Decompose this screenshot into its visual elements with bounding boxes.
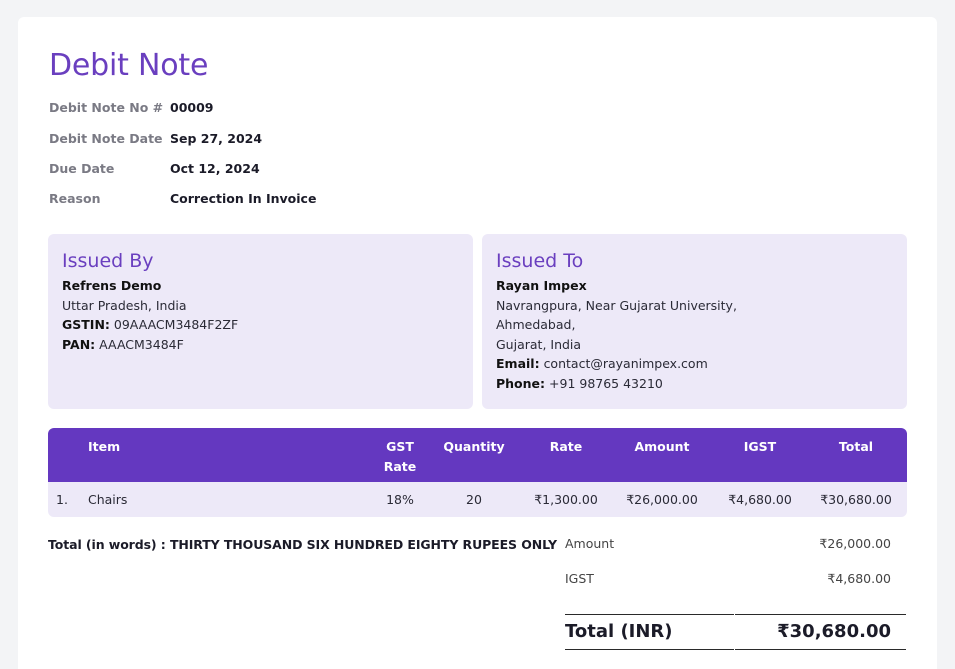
col-amount: Amount — [634, 439, 690, 454]
col-gst-rate-line1: GST — [386, 439, 414, 454]
debit-note-date-value: Sep 27, 2024 — [170, 131, 263, 146]
debit-note-no-label: Debit Note No # — [49, 100, 164, 115]
total-in-words: Total (in words) : THIRTY THOUSAND SIX H… — [48, 537, 557, 552]
table-row: 1. Chairs 18% 20 ₹1,300.00 ₹26,000.00 ₹4… — [48, 482, 907, 517]
issued-by-name: Refrens Demo — [62, 278, 162, 293]
items-table: Item GST Rate Quantity Rate Amount IGST … — [48, 428, 907, 517]
col-igst: IGST — [743, 439, 777, 454]
row-rate: ₹1,300.00 — [534, 492, 598, 507]
summary-total-underline-left — [565, 649, 734, 650]
issued-to-address-line2: Ahmedabad, — [496, 317, 576, 333]
phone-label: Phone: — [496, 375, 546, 391]
pan-value: AAACM3484F — [99, 336, 184, 352]
issued-to-phone: Phone: +91 98765 43210 — [496, 374, 893, 394]
issued-to-address-line3: Gujarat, India — [496, 336, 582, 352]
table-header: Item GST Rate Quantity Rate Amount IGST … — [48, 428, 907, 482]
issued-to-name: Rayan Impex — [496, 278, 587, 293]
reason-label: Reason — [49, 191, 101, 206]
gstin-label: GSTIN: — [62, 317, 110, 333]
phone-value: +91 98765 43210 — [549, 375, 663, 391]
row-index: 1. — [56, 492, 68, 507]
debit-note-card: Debit Note Debit Note No # 00009 Debit N… — [18, 17, 937, 669]
issued-by-heading: Issued By — [62, 250, 154, 272]
issued-to-email: Email: contact@rayanimpex.com — [496, 354, 893, 374]
issued-by-address: Uttar Pradesh, India — [62, 297, 187, 313]
row-total: ₹30,680.00 — [820, 492, 892, 507]
page-title: Debit Note — [49, 48, 209, 83]
summary-total-label: Total (INR) — [565, 621, 673, 642]
issued-to-heading: Issued To — [496, 250, 584, 272]
summary-igst-label: IGST — [565, 571, 594, 586]
due-date-label: Due Date — [49, 161, 115, 176]
reason-value: Correction In Invoice — [170, 191, 317, 206]
debit-note-date-label: Debit Note Date — [49, 131, 163, 146]
col-total: Total — [838, 439, 874, 454]
summary-divider-left — [565, 614, 734, 615]
email-label: Email: — [496, 356, 540, 372]
summary-igst-value: ₹4,680.00 — [827, 571, 891, 586]
summary-amount-value: ₹26,000.00 — [819, 536, 891, 551]
issued-by-gstin: GSTIN: 09AAACM3484F2ZF — [62, 315, 459, 335]
col-gst-rate-line2: Rate — [383, 459, 417, 474]
issued-to-address-line1: Navrangpura, Near Gujarat University, — [496, 297, 737, 313]
pan-label: PAN: — [62, 336, 96, 352]
issued-by-panel: Issued By Refrens Demo Uttar Pradesh, In… — [48, 234, 473, 409]
email-value: contact@rayanimpex.com — [543, 356, 708, 372]
summary-total-value: ₹30,680.00 — [777, 621, 891, 642]
issued-by-pan: PAN: AAACM3484F — [62, 335, 459, 355]
row-gst-rate: 18% — [386, 492, 414, 507]
col-item: Item — [88, 439, 121, 454]
row-quantity: 20 — [466, 492, 482, 507]
gstin-value: 09AAACM3484F2ZF — [113, 317, 239, 333]
row-item: Chairs — [88, 492, 128, 507]
summary-total-underline-right — [735, 649, 906, 650]
col-rate: Rate — [549, 439, 583, 454]
col-quantity: Quantity — [443, 439, 505, 454]
row-igst: ₹4,680.00 — [728, 492, 792, 507]
due-date-value: Oct 12, 2024 — [170, 161, 260, 176]
summary-amount-label: Amount — [565, 536, 615, 551]
row-amount: ₹26,000.00 — [626, 492, 698, 507]
col-gst-rate: GST Rate — [380, 437, 420, 477]
debit-note-no-value: 00009 — [170, 100, 214, 115]
summary-divider-right — [735, 614, 906, 615]
issued-to-panel: Issued To Rayan Impex Navrangpura, Near … — [482, 234, 907, 409]
